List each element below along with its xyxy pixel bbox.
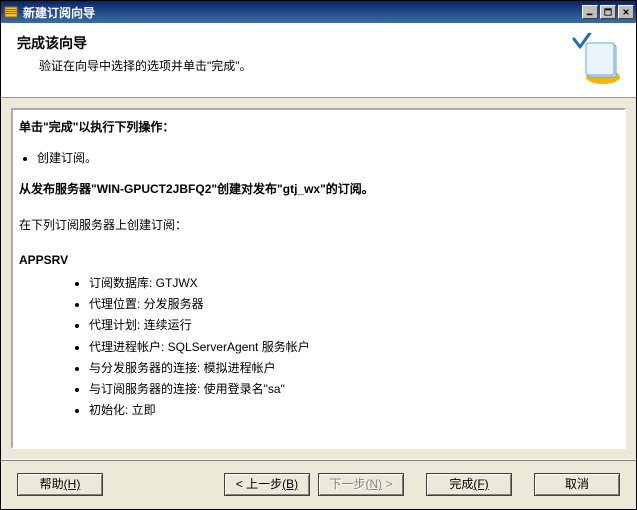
- wizard-window: 新建订阅向导 完成该向导 验证在向导中选择的选项并单击"完成"。: [0, 0, 637, 510]
- summary-create-action: 创建订阅。: [37, 149, 618, 168]
- window-controls: [582, 5, 634, 19]
- subscriber-server-name: APPSRV: [19, 251, 618, 270]
- wizard-complete-icon: [570, 33, 622, 85]
- summary-subscribers-line: 在下列订阅服务器上创建订阅：: [19, 216, 618, 235]
- page-title: 完成该向导: [17, 33, 620, 53]
- app-icon: [3, 4, 19, 20]
- detail-item: 初始化: 立即: [89, 401, 618, 420]
- finish-button[interactable]: 完成(F): [426, 473, 512, 496]
- summary-intro: 单击"完成"以执行下列操作：: [19, 118, 618, 137]
- wizard-header: 完成该向导 验证在向导中选择的选项并单击"完成"。: [1, 23, 636, 98]
- detail-item: 代理位置: 分发服务器: [89, 295, 618, 314]
- detail-item: 订阅数据库: GTJWX: [89, 274, 618, 293]
- button-bar: 帮助(H) < 上一步(B) 下一步(N) > 完成(F) 取消: [1, 459, 636, 509]
- cancel-button[interactable]: 取消: [534, 473, 620, 496]
- detail-item: 代理计划: 连续运行: [89, 316, 618, 335]
- close-button[interactable]: [618, 5, 634, 19]
- next-button: 下一步(N) >: [318, 473, 404, 496]
- window-title: 新建订阅向导: [23, 4, 582, 21]
- detail-item: 代理进程帐户: SQLServerAgent 服务帐户: [89, 338, 618, 357]
- summary-panel[interactable]: 单击"完成"以执行下列操作： 创建订阅。 从发布服务器"WIN-GPUCT2JB…: [11, 108, 626, 449]
- back-button[interactable]: < 上一步(B): [224, 473, 310, 496]
- subscription-details-list: 订阅数据库: GTJWX 代理位置: 分发服务器 代理计划: 连续运行 代理进程…: [89, 274, 618, 420]
- maximize-button[interactable]: [600, 5, 616, 19]
- detail-item: 与分发服务器的连接: 模拟进程帐户: [89, 359, 618, 378]
- summary-publisher-line: 从发布服务器"WIN-GPUCT2JBFQ2"创建对发布"gtj_wx"的订阅。: [19, 180, 618, 199]
- help-button[interactable]: 帮助(H): [17, 473, 103, 496]
- titlebar: 新建订阅向导: [1, 1, 636, 23]
- detail-item: 与订阅服务器的连接: 使用登录名"sa": [89, 380, 618, 399]
- page-subtitle: 验证在向导中选择的选项并单击"完成"。: [39, 57, 620, 74]
- content-area: 单击"完成"以执行下列操作： 创建订阅。 从发布服务器"WIN-GPUCT2JB…: [1, 98, 636, 459]
- minimize-button[interactable]: [582, 5, 598, 19]
